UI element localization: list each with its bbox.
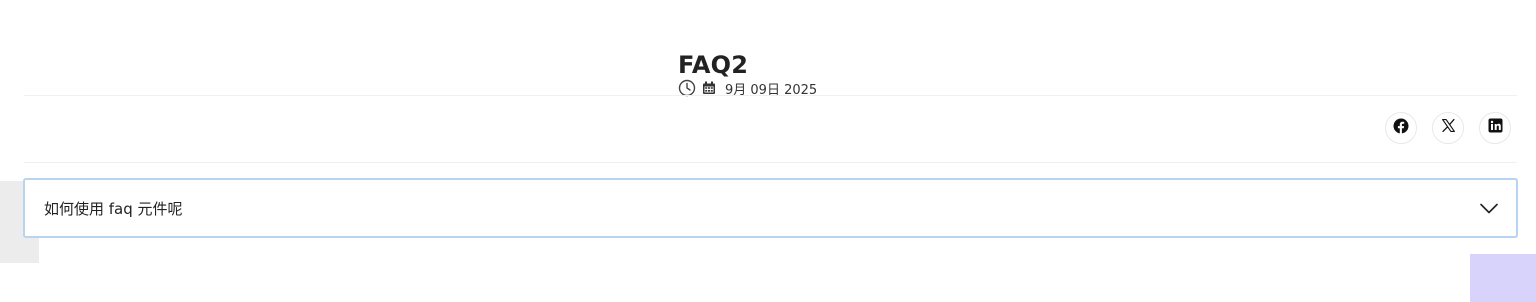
corner-purple-block	[1470, 254, 1536, 302]
calendar-icon	[702, 81, 716, 95]
page: FAQ2 9月 09日 2025 如何使用 faq 元件呢	[0, 0, 1536, 302]
linkedin-share-button[interactable]	[1479, 112, 1511, 144]
share-buttons	[1385, 112, 1511, 144]
facebook-share-button[interactable]	[1385, 112, 1417, 144]
page-title: FAQ2	[678, 51, 749, 80]
linkedin-icon	[1488, 118, 1503, 138]
faq-question: 如何使用 faq 元件呢	[44, 199, 183, 218]
faq-item[interactable]: 如何使用 faq 元件呢	[23, 178, 1518, 238]
x-share-button[interactable]	[1432, 112, 1464, 144]
x-icon	[1441, 118, 1455, 137]
chevron-down-icon[interactable]	[1480, 203, 1498, 214]
divider	[24, 95, 1517, 96]
facebook-icon	[1393, 118, 1409, 139]
divider	[24, 162, 1517, 163]
